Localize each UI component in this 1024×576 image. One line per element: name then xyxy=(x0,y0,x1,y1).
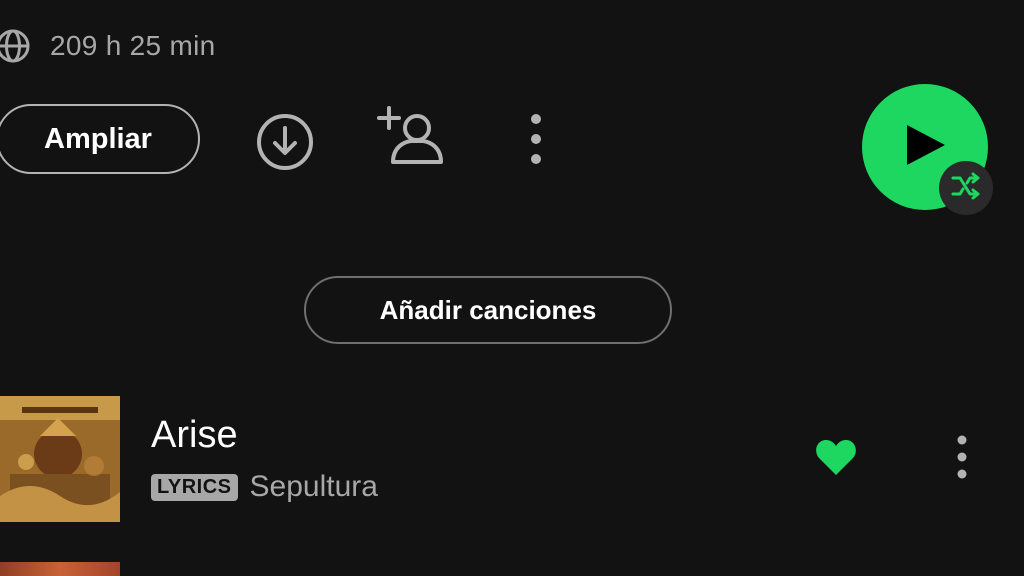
next-album-cover xyxy=(0,562,120,576)
track-title: Arise xyxy=(151,414,238,456)
track-meta: LYRICS Sepultura xyxy=(151,470,378,504)
like-button[interactable] xyxy=(812,436,860,482)
download-button[interactable] xyxy=(253,112,317,176)
shuffle-button[interactable] xyxy=(939,161,993,215)
play-icon xyxy=(903,121,947,174)
more-vertical-icon xyxy=(528,111,544,172)
download-icon xyxy=(255,112,315,177)
playlist-duration-row: 209 h 25 min xyxy=(0,26,216,66)
add-songs-button[interactable]: Añadir canciones xyxy=(304,276,672,344)
more-vertical-icon xyxy=(955,433,969,486)
globe-icon xyxy=(0,27,32,65)
playlist-screen: 209 h 25 min Ampliar Añadir canciones Ar… xyxy=(0,0,1024,576)
playlist-duration: 209 h 25 min xyxy=(50,30,216,61)
expand-button[interactable]: Ampliar xyxy=(0,104,200,174)
track-artist: Sepultura xyxy=(249,470,378,503)
track-row[interactable]: Arise LYRICS Sepultura xyxy=(0,396,1024,522)
add-user-icon xyxy=(375,104,447,175)
heart-icon xyxy=(814,437,858,482)
add-collaborator-button[interactable] xyxy=(374,104,448,174)
track-more-options-button[interactable] xyxy=(944,434,980,484)
shuffle-icon xyxy=(950,172,982,205)
album-cover xyxy=(0,396,120,522)
more-options-button[interactable] xyxy=(516,110,556,172)
lyrics-badge: LYRICS xyxy=(151,473,238,501)
